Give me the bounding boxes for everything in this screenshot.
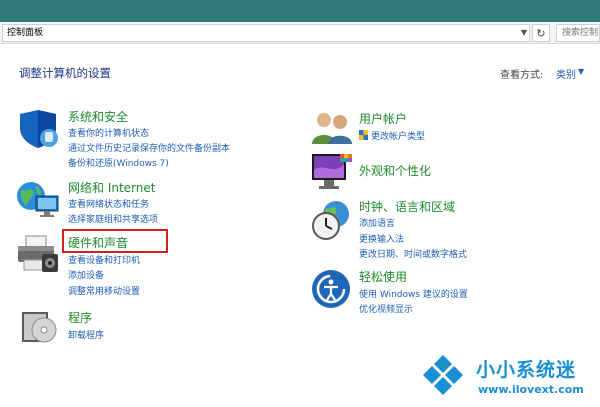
category-appearance[interactable]: 外观和个性化 [359,162,431,179]
link-file-history-backup[interactable]: 通过文件历史记录保存你的文件备份副本 [68,141,230,154]
page-title: 调整计算机的设置 [19,66,111,80]
category-system-security[interactable]: 系统和安全 [68,108,128,125]
ease-of-access-icon[interactable] [310,268,352,310]
appearance-monitor-icon[interactable] [310,152,354,192]
user-accounts-icon[interactable] [310,110,354,146]
search-input[interactable]: 搜索控制面板 [556,24,600,42]
link-change-input-method[interactable]: 更换输入法 [359,232,404,245]
category-clock-language-region[interactable]: 时钟、语言和区域 [359,198,455,215]
category-programs[interactable]: 程序 [68,309,92,326]
link-optimize-display[interactable]: 优化视频显示 [359,302,413,315]
address-input[interactable]: 控制面板 [2,24,530,42]
programs-disc-icon[interactable] [18,308,58,346]
uac-shield-icon [359,130,368,140]
link-view-computer-status[interactable]: 查看你的计算机状态 [68,126,149,139]
link-mobility-settings[interactable]: 调整常用移动设置 [68,284,140,297]
link-change-date-time-format[interactable]: 更改日期、时间或数字格式 [359,247,467,260]
address-bar: 控制面板 ▼ ↻ 搜索控制面板 [0,22,600,44]
link-recommended-settings[interactable]: 使用 Windows 建议的设置 [359,287,468,300]
link-backup-restore[interactable]: 备份和还原(Windows 7) [68,156,169,169]
link-homegroup-sharing[interactable]: 选择家庭组和共享选项 [68,212,158,225]
watermark-name: 小小系统迷 [476,359,577,381]
category-user-accounts[interactable]: 用户帐户 [359,110,407,127]
network-globe-icon[interactable] [14,178,60,220]
view-by-dropdown[interactable]: 类别 [556,66,576,81]
view-by-label: 查看方式: [500,70,544,81]
link-change-account-type[interactable]: 更改帐户类型 [359,129,425,142]
category-network-internet[interactable]: 网络和 Internet [68,179,155,196]
link-network-status[interactable]: 查看网络状态和任务 [68,197,149,210]
watermark-url: www.ilovext.com [478,383,584,396]
printer-icon[interactable] [14,234,60,274]
watermark-logo-icon [416,351,470,403]
category-ease-of-access[interactable]: 轻松使用 [359,268,407,285]
link-uninstall-program[interactable]: 卸载程序 [68,328,104,341]
chevron-down-icon[interactable]: ▼ [518,24,530,42]
link-change-account-type-label: 更改帐户类型 [371,132,426,142]
clock-globe-icon[interactable] [310,198,354,242]
shield-icon[interactable] [16,108,60,150]
chevron-down-icon[interactable]: ▼ [578,67,584,76]
link-add-language[interactable]: 添加语言 [359,216,395,229]
link-add-device[interactable]: 添加设备 [68,268,104,281]
refresh-icon[interactable]: ↻ [532,24,550,42]
link-devices-printers[interactable]: 查看设备和打印机 [68,253,140,266]
watermark: 小小系统迷 www.ilovext.com [412,345,600,407]
category-hardware-sound[interactable]: 硬件和声音 [68,234,128,251]
control-panel-window: 控制面板 ▼ ↻ 搜索控制面板 调整计算机的设置 查看方式: 类别 ▼ 系统和安… [0,0,600,407]
title-bar [0,0,600,22]
